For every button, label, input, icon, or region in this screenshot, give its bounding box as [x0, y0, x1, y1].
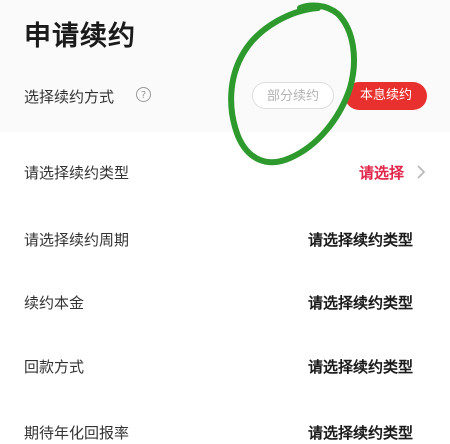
- chevron-right-icon[interactable]: [414, 164, 428, 180]
- renewal-principal-value[interactable]: 请选择续约类型: [308, 292, 413, 313]
- renewal-principal-label: 续约本金: [24, 294, 85, 312]
- renewal-period-value[interactable]: 请选择续约类型: [308, 229, 413, 250]
- expected-return-label: 期待年化回报率: [24, 424, 130, 442]
- renewal-period-label: 请选择续约周期: [24, 231, 130, 249]
- principal-interest-renewal-option[interactable]: 本息续约: [345, 82, 427, 110]
- repayment-method-value[interactable]: 请选择续约类型: [308, 356, 413, 377]
- renewal-type-select[interactable]: 请选择: [359, 162, 404, 183]
- renewal-type-label: 请选择续约类型: [24, 164, 130, 182]
- expected-return-value[interactable]: 请选择续约类型: [308, 422, 413, 443]
- partial-renewal-option[interactable]: 部分续约: [252, 82, 334, 109]
- page-title: 申请续约: [24, 21, 136, 52]
- renewal-application-screen: 申请续约 选择续约方式 ? 部分续约 本息续约 请选择续约类型 请选择 请选择续…: [0, 0, 450, 444]
- repayment-method-label: 回款方式: [24, 358, 85, 376]
- question-circle-icon[interactable]: ?: [136, 87, 151, 102]
- renewal-method-label: 选择续约方式: [24, 88, 115, 106]
